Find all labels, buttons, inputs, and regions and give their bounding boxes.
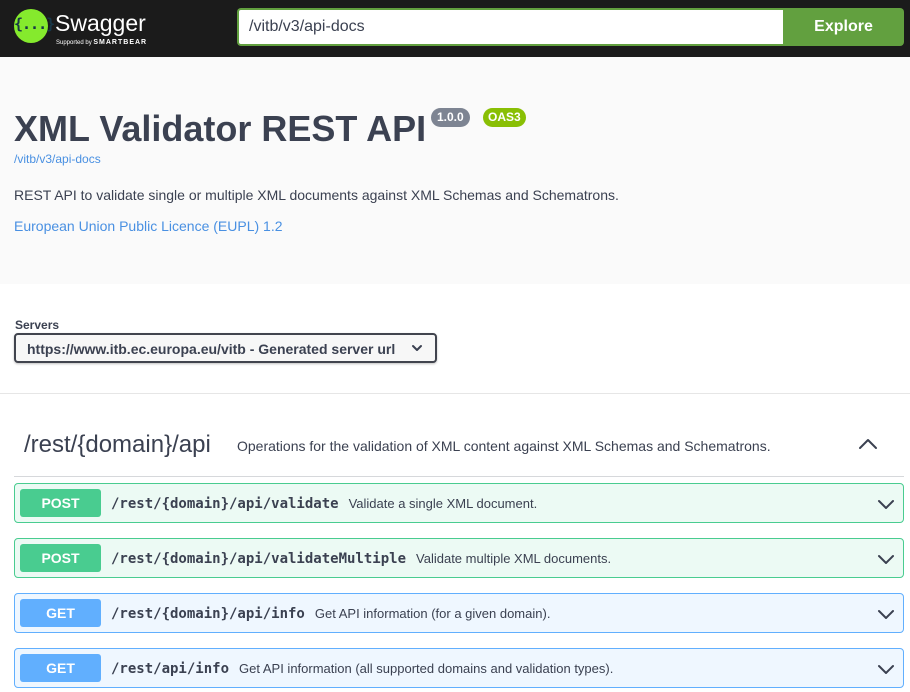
chevron-down-icon[interactable]	[877, 662, 895, 676]
servers-label: Servers	[15, 318, 60, 332]
explore-button[interactable]: Explore	[783, 8, 904, 46]
method-badge-post: POST	[20, 544, 101, 572]
tag-description: Operations for the validation of XML con…	[237, 438, 771, 454]
operation-validate-multiple[interactable]: POST /rest/{domain}/api/validateMultiple…	[14, 538, 904, 578]
info-section: XML Validator REST API 1.0.0 OAS3 /vitb/…	[0, 57, 910, 284]
servers-selected-value: https://www.itb.ec.europa.eu/vitb - Gene…	[27, 341, 396, 357]
logo-sub-prefix: Supported by	[56, 40, 92, 46]
method-badge-get: GET	[20, 654, 101, 682]
chevron-up-icon[interactable]	[857, 435, 879, 453]
chevron-down-icon[interactable]	[877, 607, 895, 621]
chevron-down-icon[interactable]	[877, 497, 895, 511]
operation-path: /rest/{domain}/api/info Get API informati…	[111, 606, 550, 622]
chevron-down-icon[interactable]	[877, 552, 895, 566]
operation-summary: Validate a single XML document.	[348, 496, 538, 511]
method-badge-get: GET	[20, 599, 101, 627]
license-link[interactable]: European Union Public Licence (EUPL) 1.2	[14, 218, 283, 234]
swagger-logo-glyph: {...}	[14, 15, 55, 33]
topbar: {...} Swagger Supported by SMARTBEAR Exp…	[0, 0, 910, 57]
spec-url-link[interactable]: /vitb/v3/api-docs	[14, 152, 101, 166]
tag-title[interactable]: /rest/{domain}/api	[24, 431, 211, 459]
servers-select[interactable]: https://www.itb.ec.europa.eu/vitb - Gene…	[14, 333, 437, 363]
operation-path: /rest/{domain}/api/validate Validate a si…	[111, 496, 537, 512]
logo-sub-brand: SMARTBEAR	[93, 39, 148, 46]
operation-validate[interactable]: POST /rest/{domain}/api/validate Validate…	[14, 483, 904, 523]
operation-domain-info[interactable]: GET /rest/{domain}/api/info Get API infor…	[14, 593, 904, 633]
operation-path-text: /rest/{domain}/api/validateMultiple	[111, 551, 407, 567]
method-badge-post: POST	[20, 489, 101, 517]
operation-path-text: /rest/api/info	[111, 661, 230, 677]
operation-summary: Get API information (all supported domai…	[239, 661, 614, 676]
operation-path-text: /rest/{domain}/api/info	[111, 606, 305, 622]
logo-subtitle: Supported by SMARTBEAR	[56, 39, 147, 46]
api-description: REST API to validate single or multiple …	[14, 187, 619, 203]
logo-text: Swagger	[55, 10, 146, 36]
swagger-logo[interactable]: {...} Swagger Supported by SMARTBEAR	[14, 8, 164, 48]
spec-url-input[interactable]	[237, 8, 785, 46]
oas-badge: OAS3	[483, 108, 526, 127]
operation-summary: Validate multiple XML documents.	[416, 551, 612, 566]
version-badge: 1.0.0	[431, 108, 470, 127]
operation-path: /rest/{domain}/api/validateMultiple Valid…	[111, 551, 611, 567]
divider	[0, 393, 910, 394]
tag-divider	[14, 476, 904, 477]
operation-path-text: /rest/{domain}/api/validate	[111, 496, 339, 512]
operation-path: /rest/api/info Get API information (all s…	[111, 661, 613, 677]
chevron-down-icon	[412, 345, 422, 351]
api-title: XML Validator REST API	[14, 108, 427, 149]
swagger-logo-icon: {...}	[14, 9, 55, 43]
operation-summary: Get API information (for a given domain)…	[314, 606, 551, 621]
operation-api-info[interactable]: GET /rest/api/info Get API information (a…	[14, 648, 904, 688]
